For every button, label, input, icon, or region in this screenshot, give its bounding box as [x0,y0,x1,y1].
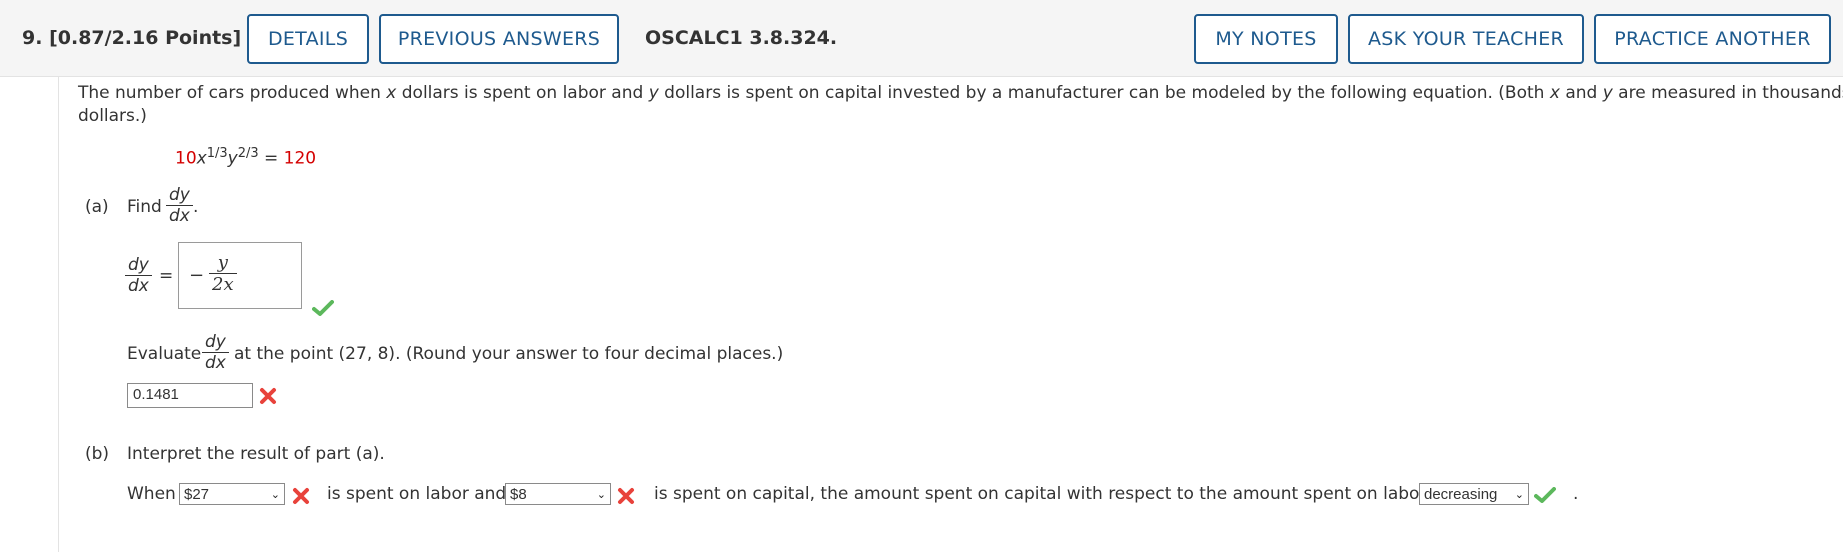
var-x: x [386,83,397,103]
intro-text-1: The number of cars produced when [78,83,381,103]
evaluate-dy-dx-fraction: dy dx [202,334,229,372]
details-button[interactable]: DETAILS [247,14,369,64]
evaluate-answer-input[interactable]: 0.1481 [127,383,253,408]
capital-amount-select[interactable]: $8 ⌄ [505,483,611,505]
sentence-period: . [1573,484,1579,504]
my-notes-button[interactable]: MY NOTES [1194,14,1338,64]
dx-denominator: dx [166,205,193,225]
rate-direction-select[interactable]: decreasing ⌄ [1419,483,1529,505]
answer-minus: − [189,265,205,286]
rate-select-value: decreasing [1424,485,1498,503]
var-x-2: x [1549,83,1560,103]
part-b-label: (b) [85,444,110,464]
capital-select-value: $8 [510,485,527,503]
dy-numerator: dy [169,185,190,205]
labor-select-value: $27 [184,485,210,503]
intro-text-3: dollars is spent on capital invested by … [664,83,1545,103]
evaluate-instructions: at the point (27, 8). (Round your answer… [234,344,784,364]
intro-text-5: are measured in thousands of [1618,83,1843,103]
question-number: 9. [22,27,43,49]
incorrect-x-icon [293,488,309,504]
equation-y-exponent: 2/3 [237,146,259,161]
answer-dy-dx-fraction: dy dx [125,257,152,295]
var-y-2: y [1602,83,1613,103]
evaluate-label: Evaluate [127,344,202,364]
intro-text-2: dollars is spent on labor and [401,83,644,103]
practice-another-button[interactable]: PRACTICE ANOTHER [1594,14,1831,64]
problem-intro-line2: dollars.) [78,106,147,126]
question-number-points: 9. [0.87/2.16 Points] [22,27,241,49]
points-label: [0.87/2.16 Points] [49,27,242,49]
capital-text: is spent on capital, the amount spent on… [654,484,1446,504]
chevron-down-icon: ⌄ [1514,488,1524,501]
question-header: 9. [0.87/2.16 Points] DETAILS PREVIOUS A… [0,0,1843,77]
when-label: When [127,484,176,504]
equation-coefficient: 10 [175,148,197,169]
problem-intro: The number of cars produced when x dolla… [78,83,1843,103]
intro-text-4: and [1565,83,1598,103]
dy-numerator: dy [128,255,149,275]
derivative-answer-box[interactable]: − y 2x [178,242,302,309]
dx-denominator: dx [125,275,152,295]
question-body: The number of cars produced when x dolla… [58,77,1843,552]
part-b-prompt: Interpret the result of part (a). [127,444,385,464]
labor-text: is spent on labor and [327,484,507,504]
incorrect-x-icon [260,388,276,404]
equation-x: x [196,148,207,169]
previous-answers-button[interactable]: PREVIOUS ANSWERS [379,14,619,64]
dy-dx-fraction: dy dx [166,187,193,225]
chevron-down-icon: ⌄ [270,488,280,501]
equation-equals: = [264,148,279,169]
problem-code: OSCALC1 3.8.324. [645,27,838,49]
part-a-label: (a) [85,197,109,217]
ask-teacher-button[interactable]: ASK YOUR TEACHER [1348,14,1584,64]
dx-denominator: dx [202,352,229,372]
correct-check-icon [312,300,334,316]
equation-rhs: 120 [283,148,317,169]
find-label: Find [127,197,162,217]
answer-denominator: 2x [209,273,237,294]
labor-amount-select[interactable]: $27 ⌄ [179,483,285,505]
equation: 10x1/3y2/3 = 120 [175,146,316,169]
answer-equals: = [159,266,174,286]
var-y: y [648,83,659,103]
find-period: . [193,197,199,217]
answer-numerator: y [217,252,228,273]
incorrect-x-icon [618,488,634,504]
dy-numerator: dy [205,332,226,352]
correct-check-icon [1534,487,1556,503]
equation-x-exponent: 1/3 [206,146,228,161]
chevron-down-icon: ⌄ [596,488,606,501]
equation-y: y [227,148,238,169]
answer-fraction: y 2x [209,254,237,294]
